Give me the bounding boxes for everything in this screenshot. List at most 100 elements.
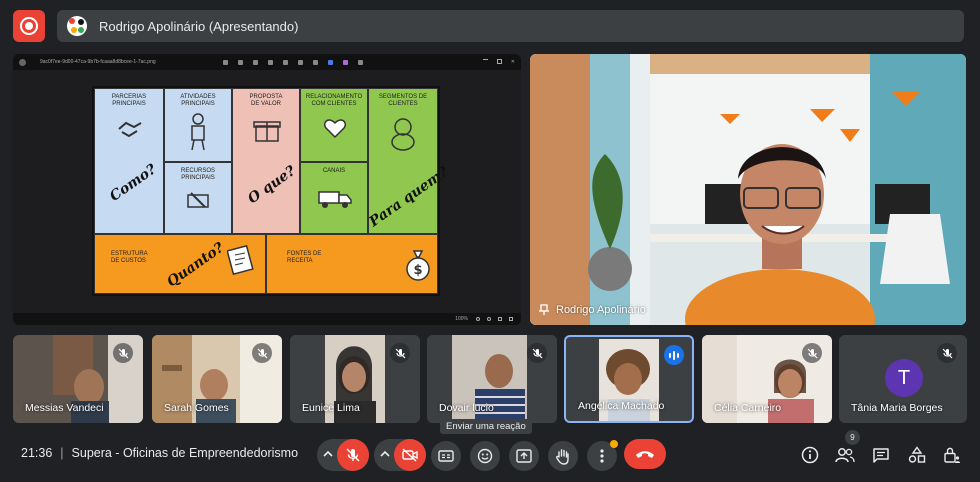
canvas-relacionamento: RELACIONAMENTO COM CLIENTES [300,88,368,162]
camera-toggle-button[interactable] [394,439,426,471]
mic-toggle-button[interactable] [337,439,369,471]
camera-control [374,439,426,471]
canvas-estrutura: ESTRUTURA DE CUSTOS Quanto? [94,234,266,294]
people-icon [835,448,855,463]
participant-tile[interactable]: T Tânia Maria Borges [839,335,967,423]
clock: 21:36 [21,446,53,460]
lock-person-icon [944,447,960,463]
people-count-badge: 9 [845,430,860,445]
people-button[interactable] [834,444,856,466]
reactions-button[interactable] [470,441,500,471]
canvas-paraquem: Para quem? [366,164,452,231]
muted-indicator [527,343,547,363]
canvas-segmentos: SEGMENTOS DE CLIENTES Para quem? [367,88,451,234]
activities-icon [908,446,926,463]
participant-tile[interactable]: Eunice Lima [290,335,420,423]
canvas-como: Como? [106,161,160,205]
viewer-zoom: 100% [455,316,468,322]
tools-icon [187,192,209,208]
truck-icon [318,191,352,208]
canvas-segmentos-label: SEGMENTOS DE CLIENTES [378,94,428,108]
chevron-up-icon[interactable] [323,449,333,459]
receipt-icon [227,245,254,275]
more-vert-icon [600,449,604,463]
viewer-statusbar: 100% [13,313,521,325]
participant-tile[interactable]: Sarah Gomes [152,335,282,423]
business-model-canvas: PARCERIAS PRINCIPAIS Como? ATIVIDADES PR… [92,86,451,296]
chevron-up-icon[interactable] [380,449,390,459]
canvas-relacionamento-label: RELACIONAMENTO COM CLIENTES [305,94,363,108]
viewer-app-icon [19,58,26,66]
participant-tile[interactable]: Messias Vandeci [13,335,143,423]
separator: | [60,446,64,460]
canvas-canais: CANAIS [300,162,368,234]
participant-name: Tânia Maria Borges [851,402,943,414]
mic-off-icon [942,348,952,358]
mic-off-icon [395,348,405,358]
viewer-toolbar: 9ac0f7ee-9d00-47ca-9b7b-fcaaa8d8bcee-1-7… [13,54,521,70]
participant-tile[interactable]: Dovair lucio [427,335,557,423]
muted-indicator [390,343,410,363]
canvas-proposta-label: PROPOSTA DE VALOR [249,94,283,108]
participant-name: Eunice Lima [302,402,360,414]
canvas-oque: O que? [245,162,299,208]
leave-call-button[interactable] [624,439,666,469]
present-screen-icon [516,449,532,463]
meeting-info: 21:36 | Supera - Oficinas de Empreendedo… [21,446,298,460]
svg-text:$: $ [413,263,422,278]
muted-indicator [252,343,272,363]
participant-tile[interactable]: Célia Carneiro [702,335,832,423]
participant-name: Célia Carneiro [714,402,782,414]
participant-name: Sarah Gomes [164,402,229,414]
bear-icon [391,118,415,151]
mic-off-icon [532,348,542,358]
canvas-proposta: PROPOSTA DE VALOR O que? [232,88,300,234]
presenter-avatar [67,16,87,36]
emoji-icon [477,448,493,464]
gift-icon [253,121,281,142]
control-bar: 21:36 | Supera - Oficinas de Empreendedo… [0,430,980,482]
presenter-title: Rodrigo Apolinário (Apresentando) [99,18,299,34]
recording-indicator[interactable] [13,10,45,42]
chat-button[interactable] [870,444,892,466]
host-controls-button[interactable] [941,444,963,466]
canvas-fontes: FONTES DE RECEITA $ [266,234,438,294]
pin-icon [539,304,549,315]
info-icon [801,446,819,464]
participant-name: Dovair lucio [439,402,494,414]
meeting-name[interactable]: Supera - Oficinas de Empreendedorismo [72,446,299,460]
present-button[interactable] [509,441,539,471]
call-end-icon [636,451,654,458]
camera-video [530,54,966,325]
mic-off-icon [346,448,360,462]
handshake-icon [118,121,142,138]
presenter-camera[interactable]: Rodrigo Apolinário [530,54,966,325]
muted-indicator [113,343,133,363]
activities-button[interactable] [906,444,928,466]
canvas-recursos-label: RECURSOS PRINCIPAIS [180,168,215,182]
viewer-tools [222,59,363,65]
viewer-file-name: 9ac0f7ee-9d00-47ca-9b7b-fcaaa8d8bcee-1-7… [40,59,156,65]
camera-name: Rodrigo Apolinário [556,304,646,316]
meeting-details-button[interactable] [799,444,821,466]
presenter-bar[interactable]: Rodrigo Apolinário (Apresentando) [57,10,964,42]
participant-strip: Messias Vandeci Sarah Gomes Eunice Lima … [13,335,967,423]
mic-control [317,439,369,471]
raise-hand-button[interactable] [548,441,578,471]
muted-indicator [802,343,822,363]
video-off-icon [402,448,418,462]
chat-icon [873,447,889,463]
mic-off-icon [257,348,267,358]
participant-tile-speaking[interactable]: Angélica Machado [564,335,694,423]
meet-window: Rodrigo Apolinário (Apresentando) 9ac0f7… [0,0,980,482]
hand-icon [556,448,569,465]
screen-share[interactable]: 9ac0f7ee-9d00-47ca-9b7b-fcaaa8d8bcee-1-7… [13,54,521,325]
record-icon [20,17,38,35]
captions-button[interactable] [431,441,461,471]
worker-icon [191,113,205,151]
speaking-indicator [664,345,684,365]
canvas-atividades: ATIVIDADES PRINCIPAIS [164,88,232,162]
canvas-parcerias-label: PARCERIAS PRINCIPAIS [111,94,147,108]
participant-name: Messias Vandeci [25,402,104,414]
window-controls: ✕ [482,59,515,65]
